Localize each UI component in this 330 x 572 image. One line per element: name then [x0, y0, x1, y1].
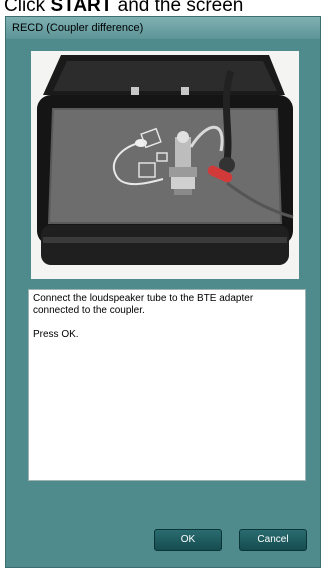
instruction-message-box: Connect the loudspeaker tube to the BTE … — [28, 289, 306, 481]
caption-suffix: and the screen — [112, 0, 244, 16]
dialog-title: RECD (Coupler difference) — [6, 17, 320, 39]
instruction-line-press-ok: Press OK. — [33, 329, 79, 340]
instruction-line-connect: Connect the loudspeaker tube to the BTE … — [33, 293, 254, 316]
recd-dialog: RECD (Coupler difference) Connect the lo… — [5, 16, 321, 568]
cancel-button[interactable]: Cancel — [239, 529, 307, 551]
instruction-caption: Click START and the screen — [4, 0, 330, 16]
ok-button[interactable]: OK — [154, 529, 222, 551]
caption-start-keyword: START — [50, 0, 113, 16]
caption-prefix: Click — [4, 0, 51, 16]
coupler-setup-illustration — [37, 55, 294, 265]
coupler-setup-photo — [31, 51, 299, 279]
